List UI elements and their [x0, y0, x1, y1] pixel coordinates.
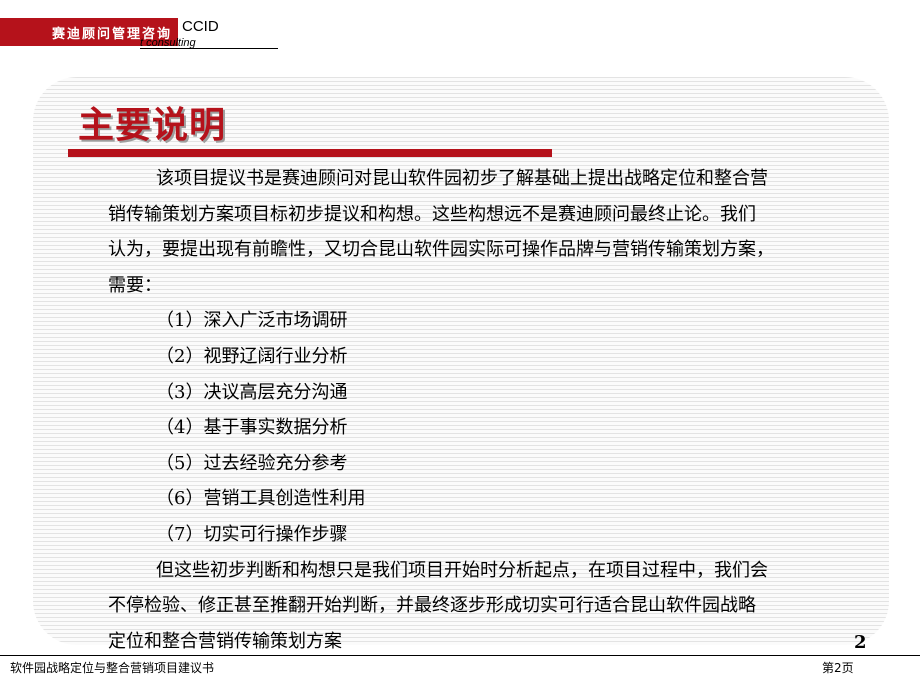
slide-page-number: 2 — [854, 632, 867, 653]
text-line: 定位和整合营销传输策划方案 — [108, 630, 342, 652]
list-item: （3）决议高层充分沟通 — [156, 381, 348, 403]
intro-paragraph: 该项目提议书是赛迪顾问对昆山软件园初步了解基础上提出战略定位和整合营 销传输策划… — [108, 161, 864, 303]
text-line: 该项目提议书是赛迪顾问对昆山软件园初步了解基础上提出战略定位和整合营 — [156, 168, 768, 189]
list-item: （7）切实可行操作步骤 — [156, 523, 348, 545]
text-line: 需要： — [108, 274, 162, 296]
list-item: （2）视野辽阔行业分析 — [156, 345, 348, 367]
slide-title: 主要说明 — [78, 105, 227, 146]
list-item: （6）营销工具创造性利用 — [156, 488, 366, 510]
closing-paragraph: 但这些初步判断和构想只是我们项目开始时分析起点，在项目过程中，我们会 不停检验、… — [108, 553, 864, 660]
text-line: 不停检验、修正甚至推翻开始判断，并最终逐步形成切实可行适合昆山软件园战略 — [108, 595, 756, 617]
footer-divider — [0, 655, 920, 656]
list-item: （4）基于事实数据分析 — [156, 417, 348, 439]
text-line: 销传输策划方案项目标初步提议和构想。这些构想远不是赛迪顾问最终止论。我们 — [108, 203, 756, 225]
list-item: （5）过去经验充分参考 — [156, 452, 348, 474]
text-line: 认为，要提出现有前瞻性，又切合昆山软件园实际可操作品牌与营销传输策划方案， — [108, 239, 774, 261]
header-divider — [140, 48, 278, 49]
requirement-list: （1）深入广泛市场调研 （2）视野辽阔行业分析 （3）决议高层充分沟通 （4）基… — [108, 303, 864, 552]
footer-page-label: 第2页 — [822, 661, 854, 675]
brand-logo-text: CCID — [182, 18, 219, 35]
slide-body: 该项目提议书是赛迪顾问对昆山软件园初步了解基础上提出战略定位和整合营 销传输策划… — [108, 161, 864, 659]
title-underline — [68, 149, 552, 157]
text-line: 但这些初步判断和构想只是我们项目开始时分析起点，在项目过程中，我们会 — [156, 559, 768, 581]
footer-doc-title: 软件园战略定位与整合营销项目建议书 — [10, 661, 215, 675]
list-item: （1）深入广泛市场调研 — [156, 310, 348, 332]
